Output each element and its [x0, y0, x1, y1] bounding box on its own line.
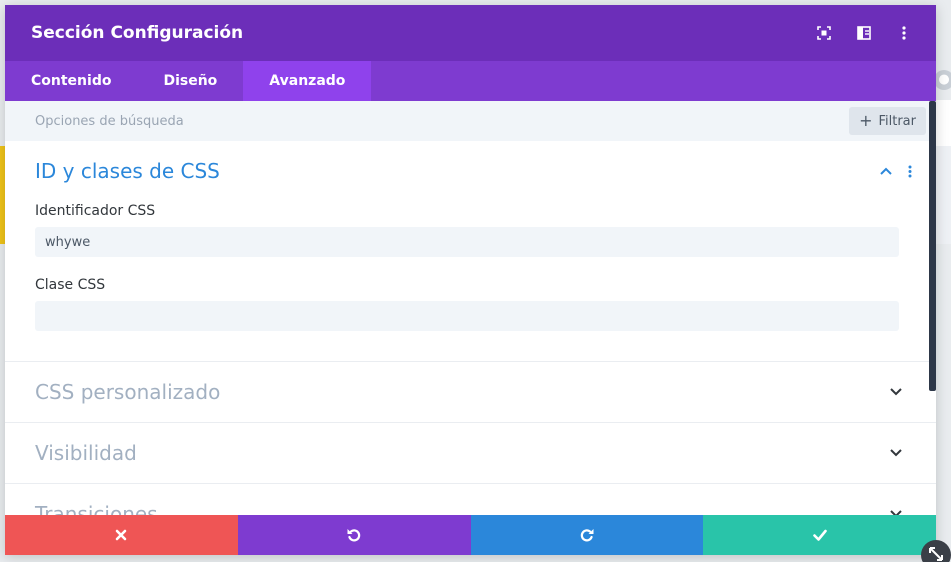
discard-icon	[116, 529, 127, 541]
section-title: CSS personalizado	[35, 380, 221, 404]
kebab-menu-icon[interactable]	[884, 13, 924, 53]
header-actions	[804, 13, 924, 53]
section-kebab-icon[interactable]	[900, 165, 920, 178]
options-search-bar: + Filtrar	[5, 101, 936, 141]
section-transitions[interactable]: Transiciones	[5, 484, 936, 515]
settings-modal: Sección Configuración Contenido Diseño A…	[5, 5, 936, 555]
expand-icon[interactable]	[804, 13, 844, 53]
resize-handle[interactable]	[921, 540, 951, 562]
undo-button[interactable]	[237, 515, 471, 555]
chevron-down-icon[interactable]	[886, 443, 906, 463]
section-visibility[interactable]: Visibilidad	[5, 423, 936, 484]
modal-title: Sección Configuración	[31, 23, 244, 43]
plus-icon: +	[859, 111, 873, 130]
settings-scroll-area: ID y clases de CSS Identificador CSS Cla…	[5, 141, 936, 515]
save-check-icon	[812, 529, 827, 541]
chevron-down-icon[interactable]	[886, 382, 906, 402]
resize-arrows-icon	[929, 547, 943, 561]
filter-label: Filtrar	[878, 113, 916, 129]
filter-button[interactable]: + Filtrar	[849, 107, 926, 135]
sidebar-layout-icon[interactable]	[844, 13, 884, 53]
css-class-label: Clase CSS	[35, 277, 106, 293]
search-input[interactable]	[35, 113, 850, 129]
background-extension-icon: ●	[934, 70, 951, 90]
undo-icon	[347, 529, 361, 542]
modal-footer	[5, 515, 936, 555]
tab-contenido[interactable]: Contenido	[5, 61, 137, 101]
modal-header: Sección Configuración	[5, 5, 936, 61]
background-page-strip	[936, 146, 951, 244]
save-button[interactable]	[703, 515, 936, 555]
section-css-ids: ID y clases de CSS Identificador CSS Cla…	[5, 141, 936, 362]
section-title: Transiciones	[35, 502, 158, 515]
redo-icon	[580, 529, 594, 542]
chevron-down-icon[interactable]	[886, 504, 906, 515]
section-title: ID y clases de CSS	[35, 159, 220, 183]
section-css-ids-header[interactable]: ID y clases de CSS	[35, 159, 912, 183]
tab-bar: Contenido Diseño Avanzado	[5, 61, 936, 101]
css-class-field[interactable]	[35, 301, 899, 331]
section-custom-css[interactable]: CSS personalizado	[5, 362, 936, 423]
scrollbar[interactable]	[929, 101, 936, 391]
chevron-up-icon[interactable]	[876, 161, 896, 181]
css-id-field[interactable]	[35, 227, 899, 257]
section-title: Visibilidad	[35, 441, 137, 465]
tab-diseno[interactable]: Diseño	[137, 61, 243, 101]
tab-avanzado[interactable]: Avanzado	[243, 61, 372, 101]
css-id-label: Identificador CSS	[35, 203, 156, 219]
redo-button[interactable]	[470, 515, 704, 555]
discard-button[interactable]	[5, 515, 238, 555]
